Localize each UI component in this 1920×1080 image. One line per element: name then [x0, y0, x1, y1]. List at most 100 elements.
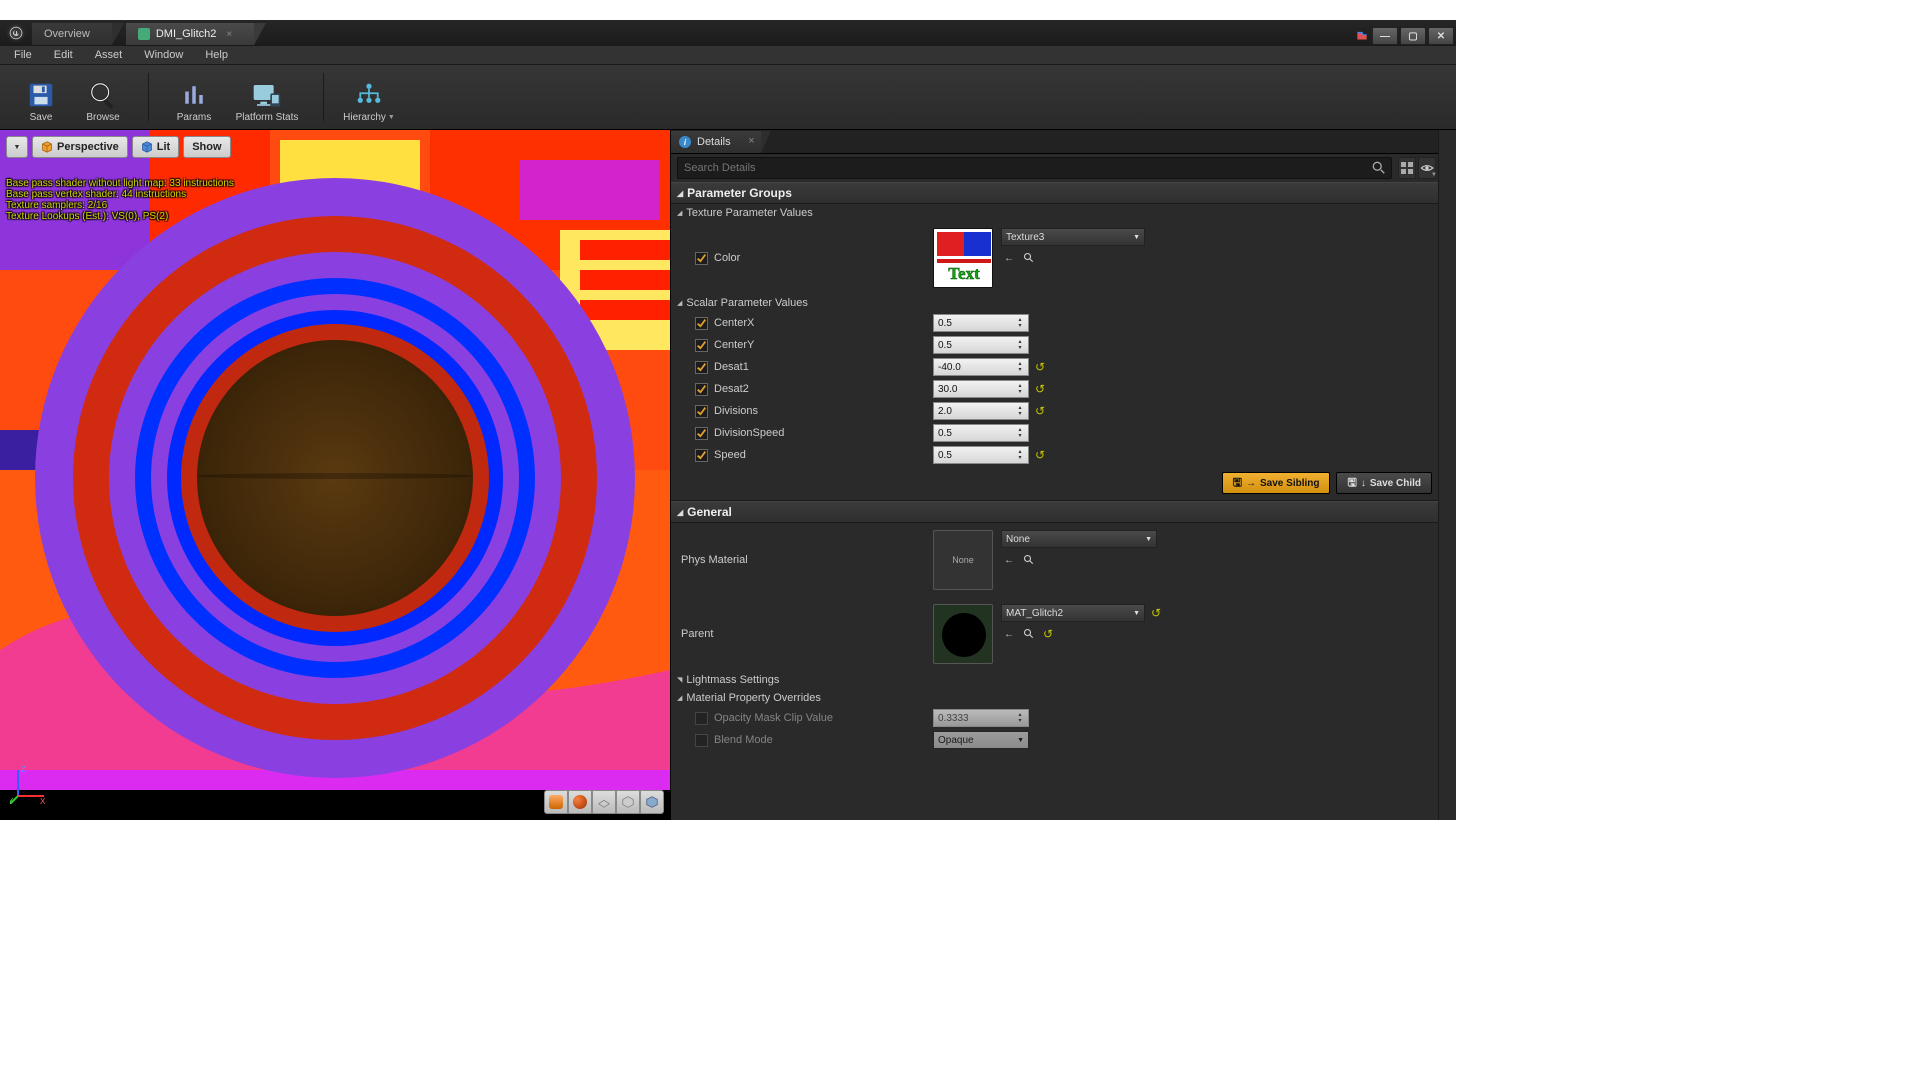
close-button[interactable]: ✕	[1428, 27, 1454, 45]
value: 0.5	[938, 428, 952, 439]
tab-active-doc[interactable]: DMI_Glitch2 ×	[126, 23, 254, 45]
section-parameter-groups[interactable]: ◢ Parameter Groups	[671, 182, 1438, 204]
texture-thumb[interactable]: Text	[933, 228, 993, 288]
close-icon[interactable]: ×	[748, 135, 754, 147]
reset-icon[interactable]: ↺	[1033, 382, 1047, 396]
browse-button[interactable]: Browse	[74, 69, 132, 125]
details-search: ▼	[671, 154, 1438, 182]
save-sibling-button[interactable]: 🖫→ Save Sibling	[1222, 472, 1331, 494]
subsection-texture-params[interactable]: ◢ Texture Parameter Values	[671, 204, 1438, 222]
label: Show	[192, 141, 221, 153]
param-checkbox[interactable]	[695, 361, 708, 374]
close-icon[interactable]: ×	[226, 29, 232, 40]
param-checkbox[interactable]	[695, 427, 708, 440]
property-matrix-button[interactable]	[1398, 157, 1416, 179]
param-checkbox[interactable]	[695, 383, 708, 396]
use-selected-icon[interactable]: ←	[1001, 250, 1017, 266]
reset-icon[interactable]: ↺	[1041, 627, 1055, 641]
param-checkbox[interactable]	[695, 405, 708, 418]
parent-row: Parent MAT_Glitch2 ▼	[671, 597, 1438, 671]
view-perspective-button[interactable]: Perspective	[32, 136, 128, 158]
phys-material-thumb[interactable]: None	[933, 530, 993, 590]
texture-asset-combo[interactable]: Texture3 ▼	[1001, 228, 1145, 246]
use-selected-icon[interactable]: ←	[1001, 626, 1017, 642]
menu-window[interactable]: Window	[134, 47, 193, 63]
reset-icon[interactable]: ↺	[1149, 606, 1163, 620]
subsection-lightmass[interactable]: ◢ Lightmass Settings	[671, 671, 1438, 689]
menu-file[interactable]: File	[4, 47, 42, 63]
reset-icon[interactable]: ↺	[1033, 404, 1047, 418]
shape-custom-button[interactable]	[640, 790, 664, 814]
shape-cylinder-button[interactable]	[544, 790, 568, 814]
parent-combo[interactable]: MAT_Glitch2 ▼	[1001, 604, 1145, 622]
view-show-button[interactable]: Show	[183, 136, 230, 158]
label: Save Child	[1370, 478, 1421, 489]
opacity-mask-value[interactable]: 0.3333 ▴▾	[933, 709, 1029, 727]
titlebar-controls: — ▢ ✕	[1354, 27, 1456, 45]
visibility-filter-button[interactable]: ▼	[1418, 157, 1436, 179]
source-control-icon[interactable]	[1354, 28, 1370, 44]
scalar-value-input[interactable]: 2.0▴▾	[933, 402, 1029, 420]
param-label: CenterY	[714, 339, 754, 351]
menu-asset[interactable]: Asset	[85, 47, 133, 63]
spinner-down-icon[interactable]: ▾	[1014, 411, 1026, 417]
maximize-button[interactable]: ▢	[1400, 27, 1426, 45]
spinner-down-icon[interactable]: ▾	[1014, 455, 1026, 461]
param-checkbox[interactable]	[695, 339, 708, 352]
scalar-value-input[interactable]: 0.5▴▾	[933, 446, 1029, 464]
browse-to-icon[interactable]	[1021, 626, 1037, 642]
section-general[interactable]: ◢ General	[671, 501, 1438, 523]
params-button[interactable]: Params	[165, 69, 223, 125]
shape-plane-button[interactable]	[592, 790, 616, 814]
spinner-down-icon[interactable]: ▾	[1014, 718, 1026, 724]
reset-icon[interactable]: ↺	[1033, 448, 1047, 462]
reset-icon[interactable]: ↺	[1033, 360, 1047, 374]
save-actions: 🖫→ Save Sibling 🖫↓ Save Child	[671, 466, 1438, 500]
menu-help[interactable]: Help	[195, 47, 238, 63]
spinner-down-icon[interactable]: ▾	[1014, 389, 1026, 395]
spinner-down-icon[interactable]: ▾	[1014, 367, 1026, 373]
subsection-scalar-params[interactable]: ◢ Scalar Parameter Values	[671, 294, 1438, 312]
parent-thumb[interactable]	[933, 604, 993, 664]
param-label: Parent	[681, 628, 713, 640]
phys-material-combo[interactable]: None ▼	[1001, 530, 1157, 548]
details-scroll[interactable]: ◢ Parameter Groups ◢ Texture Parameter V…	[671, 182, 1438, 820]
subsection-mpo[interactable]: ◢ Material Property Overrides	[671, 689, 1438, 707]
viewport-menu-button[interactable]: ▼	[6, 136, 28, 158]
scalar-value-input[interactable]: 30.0▴▾	[933, 380, 1029, 398]
browse-to-icon[interactable]	[1021, 250, 1037, 266]
tab-overview[interactable]: Overview	[32, 23, 112, 45]
value: 2.0	[938, 406, 952, 417]
hierarchy-button[interactable]: Hierarchy▼	[340, 69, 398, 125]
use-selected-icon[interactable]: ←	[1001, 552, 1017, 568]
tab-details[interactable]: i Details ×	[671, 131, 761, 153]
spinner-down-icon[interactable]: ▾	[1014, 433, 1026, 439]
browse-to-icon[interactable]	[1021, 552, 1037, 568]
save-child-button[interactable]: 🖫↓ Save Child	[1336, 472, 1432, 494]
view-lit-button[interactable]: Lit	[132, 136, 179, 158]
shape-cube-button[interactable]	[616, 790, 640, 814]
editor-body: ▼ Perspective Lit Show Base pass shader …	[0, 130, 1456, 820]
platform-stats-button[interactable]: Platform Stats	[227, 69, 307, 125]
param-checkbox[interactable]	[695, 712, 708, 725]
param-checkbox[interactable]	[695, 252, 708, 265]
viewport[interactable]: ▼ Perspective Lit Show Base pass shader …	[0, 130, 670, 820]
param-checkbox[interactable]	[695, 734, 708, 747]
label: Save Sibling	[1260, 478, 1319, 489]
spinner-down-icon[interactable]: ▾	[1014, 323, 1026, 329]
minimize-button[interactable]: —	[1372, 27, 1398, 45]
scalar-value-input[interactable]: 0.5▴▾	[933, 424, 1029, 442]
save-button[interactable]: Save	[12, 69, 70, 125]
search-input[interactable]	[677, 157, 1392, 179]
scalar-value-input[interactable]: 0.5▴▾	[933, 314, 1029, 332]
tool-label: Save	[30, 112, 53, 123]
blend-mode-combo[interactable]: Opaque ▼	[933, 731, 1029, 749]
stat-line: Texture samplers: 2/16	[6, 200, 234, 211]
shape-sphere-button[interactable]	[568, 790, 592, 814]
scalar-value-input[interactable]: 0.5▴▾	[933, 336, 1029, 354]
param-checkbox[interactable]	[695, 449, 708, 462]
spinner-down-icon[interactable]: ▾	[1014, 345, 1026, 351]
scalar-value-input[interactable]: -40.0▴▾	[933, 358, 1029, 376]
param-checkbox[interactable]	[695, 317, 708, 330]
menu-edit[interactable]: Edit	[44, 47, 83, 63]
